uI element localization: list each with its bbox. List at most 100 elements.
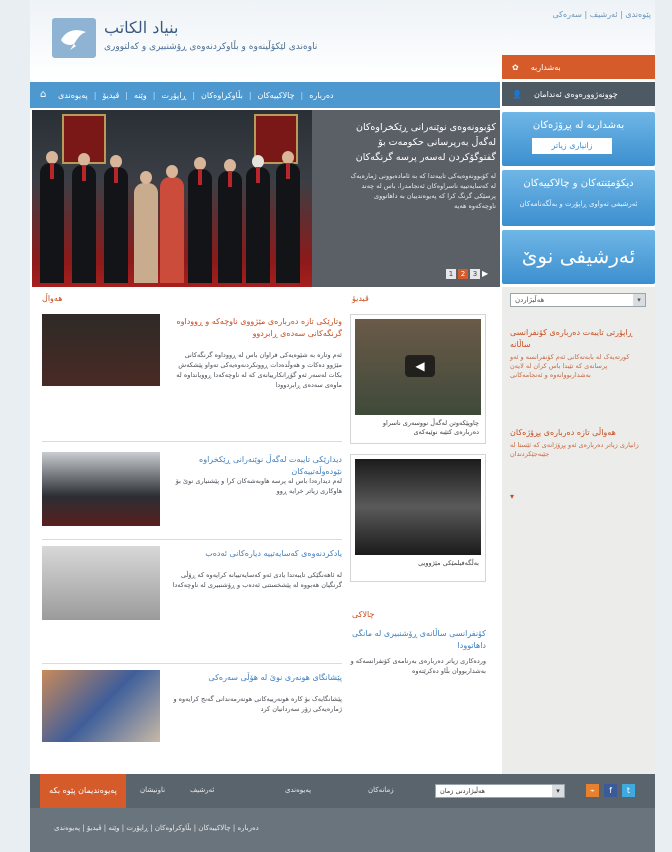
member-login-label: چوونەژوورەوەی ئەندامان [533, 89, 618, 99]
site-title: بنیاد الكاتب [104, 18, 179, 37]
nav-item[interactable]: بڵاوکراوەکان [201, 91, 243, 100]
promo-documents[interactable]: دیکۆمێنتەکان و چالاکییەکان ئەرشیفی تەواو… [502, 170, 655, 226]
flower-icon: ✿ [512, 62, 519, 72]
play-icon[interactable]: ◀ [405, 355, 435, 377]
sidebar-news-title[interactable]: هەواڵی تازە دەربارەی پڕۆژەکان [510, 427, 648, 439]
footer-links-bar: دەربارە | چالاکییەکان | بڵاوکراوەکان | ڕ… [30, 808, 655, 852]
article-item: یادکردنەوەی کەسایەتییە دیارەکانی ئەدەب ل… [42, 546, 342, 664]
person-figure [276, 151, 300, 283]
footer-lang-label: زمانەکان [368, 786, 394, 794]
nav-item[interactable]: وێنە [134, 91, 147, 100]
bullet-icon: ▾ [510, 492, 515, 501]
nav-separator: | [93, 90, 97, 100]
twitter-icon[interactable]: t [622, 784, 635, 797]
person-figure [134, 171, 158, 283]
person-figure [40, 151, 64, 283]
promo-title: دیکۆمێنتەکان و چالاکییەکان [523, 178, 634, 189]
article-thumbnail[interactable] [42, 314, 160, 386]
language-select-value: هەڵبژاردنی زمان [440, 787, 485, 795]
slider-page-2[interactable]: 2 [458, 269, 468, 279]
site-subtitle: ناوەندی لێکۆڵینەوە و بڵاوکردنەوەی ڕۆشنبی… [104, 42, 318, 52]
nav-item[interactable]: دەربارە [309, 91, 333, 100]
person-figure [104, 155, 128, 283]
article-text: ئەم وتارە بە شێوەیەکی فراوان باس لە ڕوود… [176, 351, 342, 389]
nav-separator: | [152, 90, 156, 100]
chevron-down-icon[interactable]: ▾ [633, 294, 645, 306]
slider-page-1[interactable]: 1 [446, 269, 456, 279]
top-links[interactable]: پێوەندی | ئەرشیف | سەرەکی [552, 10, 651, 19]
hero-photo[interactable] [32, 110, 312, 287]
contact-tab[interactable]: پەیوەندیمان پێوە بکە [40, 774, 126, 808]
article-text: لە ئاهەنگێکی تایبەتدا یادی ئەو کەسایەتیی… [172, 571, 342, 589]
footer-nav-links[interactable]: دەربارە | چالاکییەکان | بڵاوکراوەکان | ڕ… [54, 824, 259, 832]
hero-body: لە کۆبوونەوەیەکی تایبەتدا کە بە ئامادەبو… [350, 172, 496, 210]
sidebar-news-text: کورتەیەک لە بابەتەکانی ئەم کۆنفرانسە و ئ… [510, 353, 630, 379]
article-title[interactable]: وتارێکی تازە دەربارەی مێژووی ناوچەکە و ڕ… [168, 316, 342, 340]
hero-title[interactable]: کۆبوونەوەی نوێنەرانی ڕێکخراوەکان لەگەڵ ب… [350, 120, 496, 165]
sidebar-news-item: ڕاپۆرتی تایبەت دەربارەی کۆنفرانسی ساڵانە… [510, 327, 648, 380]
footer-bar: پەیوەندیمان پێوە بکە ناونیشان ئەرشیف پەی… [30, 774, 655, 808]
events-heading: چالاکی [352, 610, 375, 619]
article-text: لەم دیدارەدا باس لە پرسە هاوبەشەکان کرا … [175, 477, 342, 495]
article-title[interactable]: دیدارێکی تایبەت لەگەڵ نوێنەرانی ڕێکخراوە… [168, 454, 342, 478]
join-button[interactable]: ✿ بەشداربە [502, 55, 655, 79]
hero-slider: کۆبوونەوەی نوێنەرانی ڕێکخراوەکان لەگەڵ ب… [32, 110, 500, 287]
main-nav: ⌂ پەیوەندی | ڤیدیۆ | وێنە | ڕاپۆرت | بڵا… [30, 82, 500, 108]
article-title[interactable]: یادکردنەوەی کەسایەتییە دیارەکانی ئەدەب [168, 548, 342, 560]
promo-projects[interactable]: بەشداربە لە پڕۆژەکان زانیاری زیاتر [502, 112, 655, 166]
nav-item[interactable]: پەیوەندی [58, 91, 88, 100]
member-login-button[interactable]: 👤 چوونەژوورەوەی ئەندامان [502, 82, 655, 106]
chevron-down-icon[interactable]: ▾ [552, 785, 564, 797]
footer-label: پەیوەندی [285, 786, 312, 794]
promo-archive[interactable]: ئەرشیفی نوێ [502, 230, 655, 284]
article-thumbnail[interactable] [42, 546, 160, 620]
user-icon: 👤 [512, 89, 522, 99]
sidebar: هەڵبژاردن ▾ ڕاپۆرتی تایبەت دەربارەی کۆنف… [502, 287, 655, 774]
article-text: پێشانگایەک بۆ کارە هونەرییەکانی هونەرمەن… [173, 695, 342, 713]
video-item: ◀ چاوپێکەوتن لەگەڵ نووسەری ناسراو دەربار… [350, 314, 486, 444]
slider-pager: 1 2 3 ▶ [446, 269, 492, 279]
video-thumbnail[interactable]: ◀ [355, 319, 481, 415]
footer-link[interactable]: ئەرشیف [190, 786, 214, 794]
play-icon[interactable]: ▶ [482, 269, 492, 279]
sidebar-news-title[interactable]: ڕاپۆرتی تایبەت دەربارەی کۆنفرانسی ساڵانە [510, 327, 648, 351]
promo-subtitle: ئەرشیفی تەواوی ڕاپۆرت و بەڵگەنامەکان [519, 200, 638, 208]
event-title[interactable]: کۆنفرانسی ساڵانەی ڕۆشنبیری لە مانگی داها… [350, 628, 486, 652]
article-thumbnail[interactable] [42, 670, 160, 742]
main-content: هەواڵ ڤیدیۆ وتارێکی تازە دەربارەی مێژووی… [32, 290, 500, 770]
event-text: وردەکاری زیاتر دەربارەی بەرنامەی کۆنفران… [350, 657, 486, 675]
promo-title: بەشداربە لە پڕۆژەکان [532, 120, 625, 131]
sidebar-dropdown[interactable]: هەڵبژاردن ▾ [510, 293, 646, 307]
hero-caption: کۆبوونەوەی نوێنەرانی ڕێکخراوەکان لەگەڵ ب… [350, 120, 496, 211]
person-figure [160, 165, 184, 283]
slider-page-3[interactable]: 3 [470, 269, 480, 279]
video-caption: بەڵگەفیلمێکی مێژوویی [418, 559, 479, 567]
person-figure [188, 157, 212, 283]
language-select[interactable]: هەڵبژاردنی زمان ▾ [435, 784, 565, 798]
home-icon[interactable]: ⌂ [40, 89, 52, 101]
promo-more-button[interactable]: زانیاری زیاتر [532, 138, 612, 154]
video-thumbnail[interactable] [355, 459, 481, 555]
video-item: بەڵگەفیلمێکی مێژوویی [350, 454, 486, 582]
nav-item[interactable]: ڕاپۆرت [161, 91, 186, 100]
nav-separator: | [248, 90, 252, 100]
article-item: وتارێکی تازە دەربارەی مێژووی ناوچەکە و ڕ… [42, 314, 342, 442]
promo-title: ئەرشیفی نوێ [521, 244, 636, 268]
sidebar-news-text: زانیاری زیاتر دەربارەی ئەو پڕۆژانەی کە ئ… [510, 441, 639, 458]
article-item: پێشانگای هونەری نوێ لە هۆڵی سەرەکی پێشان… [42, 670, 342, 746]
nav-separator: | [192, 90, 196, 100]
facebook-icon[interactable]: f [604, 784, 617, 797]
page: پێوەندی | ئەرشیف | سەرەکی بنیاد الكاتب ن… [30, 0, 655, 852]
person-figure [218, 159, 242, 283]
person-figure [72, 153, 96, 283]
sidebar-news-item: هەواڵی تازە دەربارەی پڕۆژەکان زانیاری زی… [510, 427, 648, 459]
rss-icon[interactable]: ⌁ [586, 784, 599, 797]
nav-item[interactable]: ڤیدیۆ [102, 91, 119, 100]
site-logo[interactable] [52, 18, 96, 58]
footer-link[interactable]: ناونیشان [140, 786, 165, 794]
article-title[interactable]: پێشانگای هونەری نوێ لە هۆڵی سەرەکی [168, 672, 342, 684]
dove-icon [61, 30, 86, 50]
article-thumbnail[interactable] [42, 452, 160, 526]
nav-item[interactable]: چالاکییەکان [258, 91, 295, 100]
dropdown-value: هەڵبژاردن [515, 296, 545, 304]
